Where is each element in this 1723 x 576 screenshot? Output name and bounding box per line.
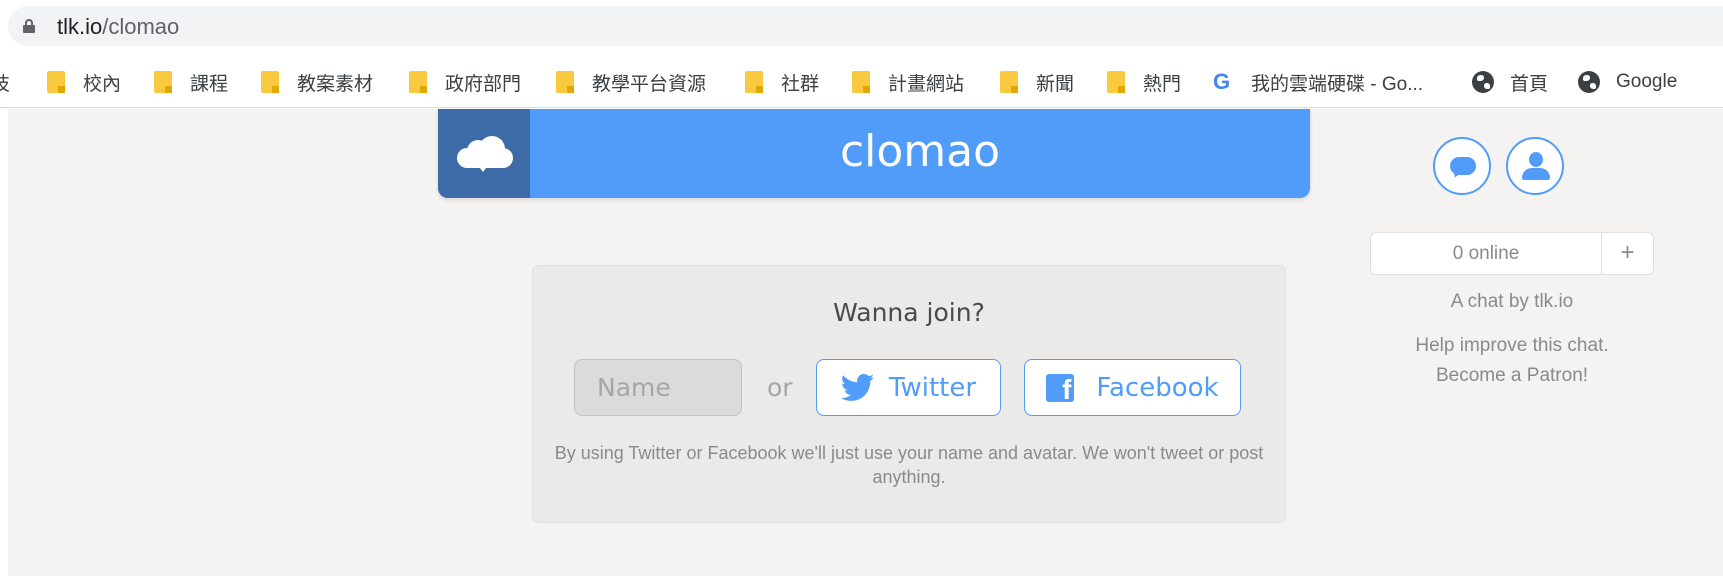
bookmark-item[interactable]: 計畫網站	[852, 69, 964, 95]
join-title: Wanna join?	[833, 298, 985, 327]
bookmark-label: 教案素材	[297, 73, 374, 95]
bookmark-label: 教學平台資源	[592, 73, 707, 95]
bookmark-item[interactable]: 教學平台資源	[556, 69, 706, 95]
facebook-button[interactable]: f Facebook	[1024, 359, 1241, 416]
facebook-icon: f	[1046, 373, 1075, 402]
page-content: clomao 0 online + A chat by tlk.io Help …	[8, 109, 1723, 576]
facebook-label: Facebook	[1096, 372, 1219, 403]
folder-icon	[154, 71, 172, 93]
page-viewport: clomao 0 online + A chat by tlk.io Help …	[0, 109, 1723, 576]
url-path: /clomao	[102, 14, 180, 39]
folder-icon	[1107, 71, 1125, 93]
url-host: tlk.io	[57, 14, 103, 39]
cloud-chat-icon[interactable]	[438, 109, 530, 198]
bookmark-item[interactable]: Google	[1578, 69, 1677, 95]
address-bar[interactable]	[8, 6, 1723, 46]
bookmark-item[interactable]: 首頁	[1472, 69, 1548, 95]
bookmark-item[interactable]: 政府部門	[409, 69, 521, 95]
bookmark-item[interactable]: 課程	[154, 69, 228, 95]
bookmark-label: 首頁	[1510, 73, 1549, 95]
bookmark-label: 我的雲端硬碟 - Go...	[1251, 73, 1424, 95]
bookmark-label: 政府部門	[445, 73, 522, 95]
bookmark-label: Google	[1616, 71, 1678, 92]
bookmark-item[interactable]: 教案素材	[261, 69, 373, 95]
online-status: 0 online +	[1370, 232, 1654, 275]
address-bar-row: tlk.io/clomao	[0, 0, 1723, 52]
name-input[interactable]	[574, 359, 742, 416]
folder-icon	[852, 71, 870, 93]
globe-icon	[1578, 71, 1600, 93]
twitter-label: Twitter	[888, 372, 977, 403]
folder-icon	[409, 71, 427, 93]
bookmark-label: 新聞	[1036, 73, 1075, 95]
folder-icon	[1000, 71, 1018, 93]
bookmark-label: 校內	[83, 73, 122, 95]
bookmark-item[interactable]: 新聞	[1000, 69, 1074, 95]
join-card: Wanna join? or Twitter f Facebook By usi…	[532, 265, 1286, 523]
globe-icon	[1472, 71, 1494, 93]
bookmark-label: 技	[0, 69, 10, 96]
folder-icon	[556, 71, 574, 93]
url-text[interactable]: tlk.io/clomao	[57, 14, 179, 40]
help-text[interactable]: Help improve this chat.	[1370, 331, 1654, 361]
bookmark-label: 計畫網站	[888, 73, 965, 95]
bookmark-item[interactable]: 校內	[47, 69, 121, 95]
lock-icon[interactable]	[23, 19, 35, 33]
bookmark-item[interactable]: 社群	[745, 69, 819, 95]
bookmark-label: 社群	[781, 73, 820, 95]
chat-title: clomao	[839, 126, 1001, 177]
folder-icon	[47, 71, 65, 93]
twitter-button[interactable]: Twitter	[816, 359, 1001, 416]
chat-button[interactable]	[1433, 137, 1491, 195]
online-count: 0 online	[1371, 233, 1602, 274]
google-icon: G	[1213, 69, 1231, 94]
folder-icon	[261, 71, 279, 93]
bookmark-item[interactable]: 技	[0, 69, 10, 95]
bookmark-label: 課程	[190, 73, 229, 95]
twitter-icon	[840, 373, 875, 401]
patron-link[interactable]: Become a Patron!	[1370, 361, 1654, 391]
profile-button[interactable]	[1506, 137, 1564, 195]
folder-icon	[745, 71, 763, 93]
credit-link[interactable]: A chat by tlk.io	[1370, 287, 1654, 317]
add-button[interactable]: +	[1602, 233, 1653, 274]
disclaimer-text: By using Twitter or Facebook we'll just …	[554, 443, 1264, 487]
chat-header: clomao	[438, 109, 1310, 198]
or-label: or	[767, 373, 793, 402]
bookmark-item[interactable]: 熱門	[1107, 69, 1181, 95]
bookmark-item[interactable]: G 我的雲端硬碟 - Go...	[1213, 69, 1423, 95]
bookmarks-bar: 技 校內 課程 教案素材 政府部門 教學平台資源 社群 計畫網站 新聞 熱門 G…	[0, 56, 1723, 108]
bookmark-label: 熱門	[1143, 73, 1182, 95]
